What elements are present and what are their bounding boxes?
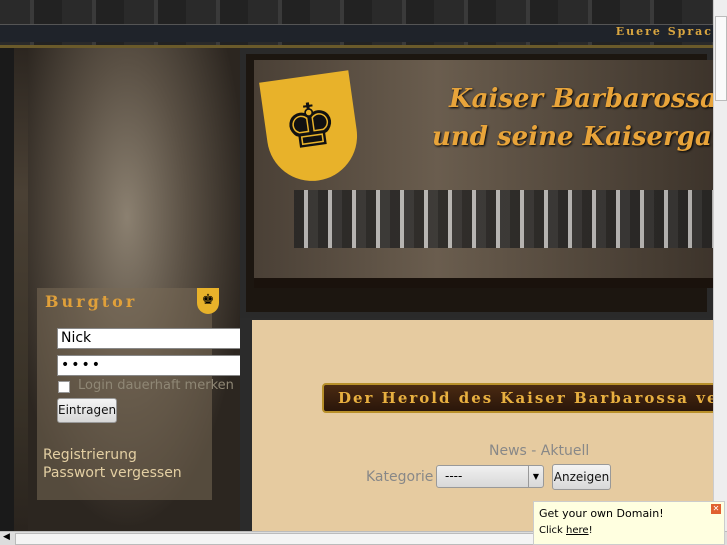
popup-click: Click (539, 525, 567, 536)
forgot-password-link[interactable]: Passwort vergessen (43, 465, 182, 481)
login-title: Burgtor (45, 292, 138, 311)
category-select[interactable]: ---- ▼ (436, 465, 544, 488)
popup-suffix: ! (588, 525, 593, 536)
category-label: Kategorie (366, 469, 434, 485)
news-title: News - Aktuell (489, 443, 590, 459)
scroll-thumb-horizontal[interactable] (15, 533, 535, 545)
eagle-crest-icon: ♚ (197, 288, 219, 314)
scroll-left-icon[interactable]: ◀ (3, 532, 10, 542)
site-title-line2: und seine Kaisergarde (432, 122, 727, 152)
language-label[interactable]: Euere Sprac (616, 25, 713, 38)
register-link[interactable]: Registrierung (43, 447, 137, 463)
popup-link[interactable]: here (566, 525, 589, 536)
group-photo (294, 190, 713, 248)
top-banner: Euere Sprac (0, 0, 713, 48)
remember-checkbox[interactable] (58, 381, 70, 393)
category-value: ---- (445, 469, 463, 483)
username-input[interactable]: Nick (57, 328, 242, 349)
header-banner: ♚ Kaiser Barbarossa und seine Kaisergard… (240, 48, 727, 318)
content-area: Der Herold des Kaiser Barbarossa verkünd… (240, 318, 727, 531)
header-image: ♚ Kaiser Barbarossa und seine Kaisergard… (254, 60, 727, 288)
scroll-thumb[interactable] (715, 16, 727, 101)
remember-label: Login dauerhaft merken (78, 378, 234, 393)
close-icon[interactable]: ✕ (711, 504, 721, 514)
chevron-down-icon: ▼ (528, 466, 543, 487)
login-box: Burgtor ♚ Nick •••• Login dauerhaft merk… (37, 288, 242, 500)
site-title-line1: Kaiser Barbarossa (449, 84, 717, 114)
domain-popup: ✕ Get your own Domain! Click here! (533, 501, 725, 545)
login-button[interactable]: Eintragen (57, 398, 117, 423)
show-button[interactable]: Anzeigen (552, 464, 611, 490)
vertical-scrollbar[interactable] (713, 0, 727, 531)
password-input[interactable]: •••• (57, 355, 242, 376)
herold-banner: Der Herold des Kaiser Barbarossa verkünd (322, 383, 727, 413)
eagle-shield-icon: ♚ (259, 70, 363, 187)
popup-title: Get your own Domain! (539, 507, 664, 520)
